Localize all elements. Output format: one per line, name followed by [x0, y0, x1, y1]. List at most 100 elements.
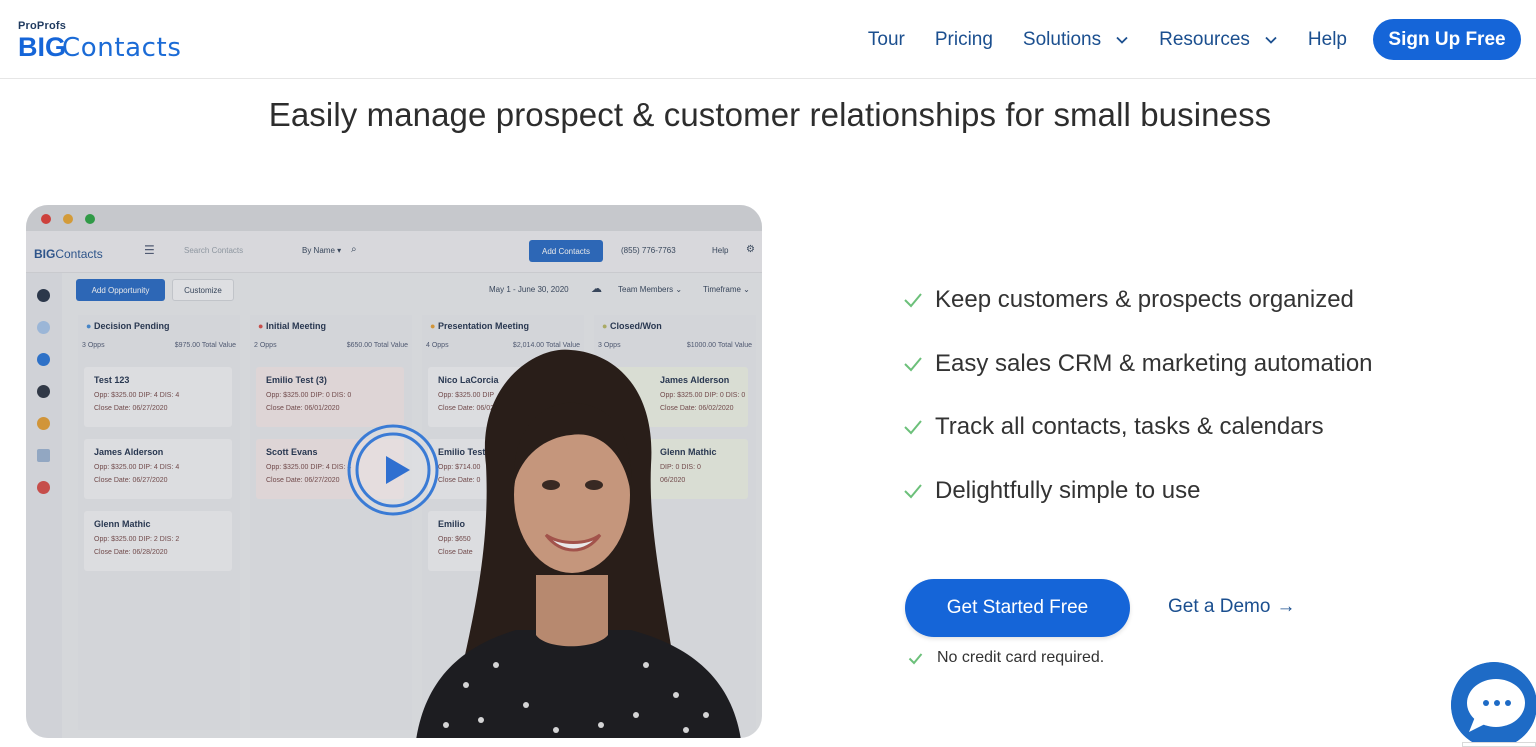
card-close-date: Close Date: 06/27/2020 [94, 405, 168, 412]
logo-bigcontacts: BIG Contacts [18, 35, 182, 61]
sidebar-dot [37, 353, 50, 366]
column-title: ● Presentation Meeting [430, 321, 529, 331]
app-search-input: Search Contacts [184, 246, 244, 255]
card-opp: Opp: $325.00 DIP: 2 DIS: 2 [94, 536, 180, 543]
cloud-icon: ☁ [591, 283, 602, 295]
pipeline-column: ● Decision Pending 3 Opps $975.00 Total V… [78, 315, 240, 730]
get-demo-link[interactable]: Get a Demo → [1168, 596, 1295, 618]
nav-tour[interactable]: Tour [868, 29, 905, 51]
nav-resources[interactable]: Resources [1159, 29, 1278, 51]
nav-solutions[interactable]: Solutions [1023, 29, 1129, 51]
card-opp: Opp: $325.00 DIP: 0 DIS: 0 [266, 392, 352, 399]
opportunity-card: Test 123 Opp: $325.00 DIP: 4 DIS: 4 Clos… [84, 367, 232, 427]
page-headline: Easily manage prospect & customer relati… [268, 96, 1272, 133]
check-icon [908, 652, 923, 664]
card-opp: Opp: $325.00 DIP: 4 DIS: 4 [94, 464, 180, 471]
card-title: Glenn Mathic [94, 519, 151, 529]
card-opp: Opp: $325.00 DIP: 4 DIS: 4 [94, 392, 180, 399]
feature-item: Keep customers & prospects organized [903, 283, 1373, 317]
recaptcha-badge [1462, 742, 1536, 747]
nav-help[interactable]: Help [1308, 29, 1347, 51]
app-date-range: May 1 - June 30, 2020 [489, 285, 569, 294]
get-started-button[interactable]: Get Started Free [905, 579, 1130, 637]
gear-icon: ⚙ [746, 244, 755, 255]
get-demo-label: Get a Demo [1168, 596, 1271, 617]
card-close-date: Close Date: 06/27/2020 [266, 477, 340, 484]
card-title: Scott Evans [266, 447, 318, 457]
card-title: Emilio Test (3) [266, 375, 327, 385]
column-title: ● Decision Pending [86, 321, 170, 331]
app-help: Help [712, 246, 729, 255]
card-opp: Opp: $325.00 DIP: 4 DIS: 4 [266, 464, 352, 471]
check-icon [904, 293, 922, 308]
column-total: $975.00 Total Value [174, 342, 236, 349]
column-summary: 3 Opps $975.00 Total Value [82, 342, 236, 349]
nav-tour-label: Tour [867, 28, 905, 50]
app-search-by: By Name ▾ [302, 246, 342, 255]
column-opps: 2 Opps [254, 342, 277, 349]
nav-help-label: Help [1307, 28, 1347, 50]
column-title: ● Initial Meeting [258, 321, 326, 331]
sidebar-dot [37, 289, 50, 302]
site-header: ProProfs BIG Contacts Tour Pricing Solut… [0, 0, 1536, 79]
chevron-down-icon [1265, 36, 1277, 44]
column-summary: 2 Opps $650.00 Total Value [254, 342, 408, 349]
nav-pricing[interactable]: Pricing [935, 29, 993, 51]
feature-text: Easy sales CRM & marketing automation [935, 349, 1373, 377]
card-title: James Alderson [94, 447, 164, 457]
card-close-date: Close Date: 06/27/2020 [94, 477, 168, 484]
app-logo: BIGContacts [34, 247, 103, 261]
sidebar-dot [37, 385, 50, 398]
chat-icon[interactable] [1451, 662, 1536, 747]
app-logo-bold: BIG [34, 247, 56, 261]
maximize-dot [85, 214, 95, 224]
close-dot [41, 214, 51, 224]
no-credit-card-text: No credit card required. [937, 649, 1105, 666]
presenter-image [416, 349, 741, 738]
sidebar-dot [37, 417, 50, 430]
card-close-date: Close Date: 06/28/2020 [94, 549, 168, 556]
column-title-text: Closed/Won [609, 321, 662, 331]
search-icon: ⌕ [351, 244, 357, 255]
column-opps: 3 Opps [82, 342, 105, 349]
feature-item: Delightfully simple to use [903, 474, 1373, 508]
opportunity-card: Emilio Test (3) Opp: $325.00 DIP: 0 DIS:… [256, 367, 404, 427]
nav-resources-label: Resources [1159, 28, 1250, 50]
feature-list: Keep customers & prospects organized Eas… [903, 283, 1373, 537]
logo-proprofs-text: ProProfs [18, 20, 67, 32]
column-title-text: Decision Pending [93, 321, 170, 331]
app-toolbar: BIGContacts ☰ Search Contacts By Name ▾ … [26, 231, 762, 273]
app-add-contacts-button: Add Contacts [529, 240, 603, 262]
app-customize-button: Customize [172, 279, 234, 301]
sidebar-dot [37, 321, 50, 334]
check-icon [904, 356, 922, 372]
card-title: Test 123 [94, 375, 130, 385]
check-icon [904, 420, 922, 435]
product-video[interactable]: BIGContacts ☰ Search Contacts By Name ▾ … [26, 205, 762, 738]
chevron-down-icon [1116, 36, 1128, 44]
feature-text: Track all contacts, tasks & calendars [935, 413, 1324, 441]
nav-pricing-label: Pricing [934, 28, 993, 50]
feature-text: Delightfully simple to use [935, 476, 1201, 504]
arrow-right-icon: → [1276, 596, 1296, 617]
logo-big-bold: BIG [18, 35, 66, 61]
app-sidebar [26, 273, 62, 738]
logo-big-light: Contacts [62, 35, 182, 61]
window-titlebar [26, 205, 762, 231]
app-phone: (855) 776-7763 [621, 246, 676, 255]
main-nav: Tour Pricing Solutions Resources Help Si… [868, 0, 1536, 79]
column-title: ● Closed/Won [602, 321, 662, 331]
play-icon[interactable] [347, 424, 439, 516]
check-icon [904, 484, 922, 499]
card-close-date: Close Date: 06/01/2020 [266, 405, 340, 412]
app-timeframe: Timeframe ⌄ [703, 285, 750, 294]
app-add-opportunity-button: Add Opportunity [76, 279, 165, 301]
feature-text: Keep customers & prospects organized [935, 286, 1354, 313]
brand-logo[interactable]: ProProfs BIG Contacts [18, 20, 268, 62]
app-team-members: Team Members ⌄ [618, 285, 683, 294]
feature-item: Track all contacts, tasks & calendars [903, 410, 1373, 444]
no-credit-card-note: No credit card required. [908, 649, 1104, 667]
sign-up-button[interactable]: Sign Up Free [1373, 19, 1521, 60]
sidebar-dot [37, 481, 50, 494]
feature-item: Easy sales CRM & marketing automation [903, 347, 1373, 381]
